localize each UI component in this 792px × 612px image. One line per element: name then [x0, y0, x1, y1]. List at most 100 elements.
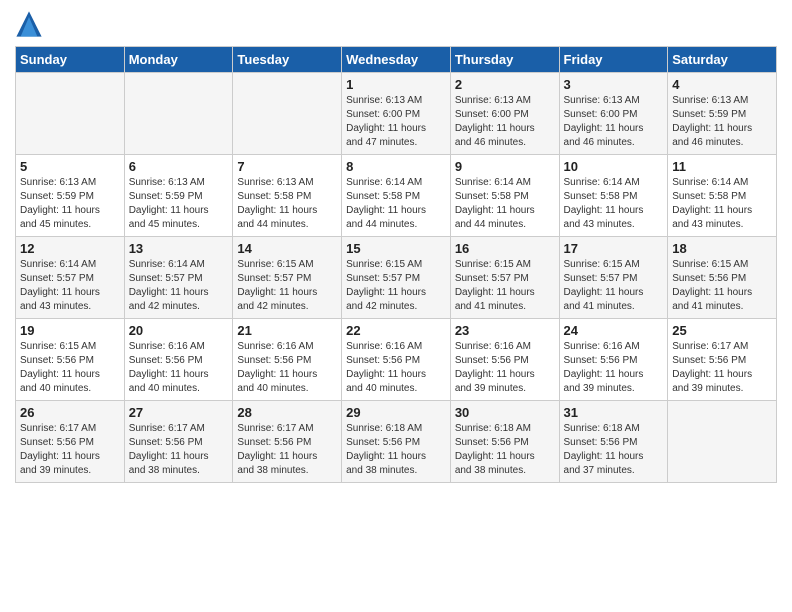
calendar-week-row: 12 Sunrise: 6:14 AM Sunset: 5:57 PM Dayli… — [16, 237, 777, 319]
day-info: Sunrise: 6:15 AM Sunset: 5:56 PM Dayligh… — [20, 340, 120, 396]
weekday-header-saturday: Saturday — [668, 47, 777, 73]
calendar-day-7: 7Sunrise: 6:13 AM Sunset: 5:58 PM Daylig… — [233, 155, 342, 237]
calendar-week-row: 5 Sunrise: 6:13 AM Sunset: 5:59 PM Daylig… — [16, 155, 777, 237]
day-number: 29 — [346, 405, 446, 420]
day-number: 8 — [346, 159, 446, 174]
day-info: Sunrise: 6:14 AM Sunset: 5:58 PM Dayligh… — [672, 176, 772, 232]
day-number: 6 — [129, 159, 229, 174]
day-number: 2 — [455, 77, 555, 92]
day-info: Sunrise: 6:14 AM Sunset: 5:58 PM Dayligh… — [346, 176, 446, 232]
day-number: 12 — [20, 241, 120, 256]
calendar-day-18: 18 Sunrise: 6:15 AM Sunset: 5:56 PM Dayli… — [668, 237, 777, 319]
day-info: Sunrise: 6:16 AM Sunset: 5:56 PM Dayligh… — [455, 340, 555, 396]
calendar-day-28: 28 Sunrise: 6:17 AM Sunset: 5:56 PM Dayli… — [233, 401, 342, 483]
day-number: 24 — [564, 323, 664, 338]
calendar-day-2: 2 Sunrise: 6:13 AM Sunset: 6:00 PM Daylig… — [450, 73, 559, 155]
day-info: Sunrise: 6:17 AM Sunset: 5:56 PM Dayligh… — [237, 422, 337, 478]
weekday-header-row: SundayMondayTuesdayWednesdayThursdayFrid… — [16, 47, 777, 73]
day-info: Sunrise: 6:16 AM Sunset: 5:56 PM Dayligh… — [346, 340, 446, 396]
calendar-day-15: 15 Sunrise: 6:15 AM Sunset: 5:57 PM Dayli… — [342, 237, 451, 319]
day-info: Sunrise: 6:18 AM Sunset: 5:56 PM Dayligh… — [564, 422, 664, 478]
day-info: Sunrise: 6:17 AM Sunset: 5:56 PM Dayligh… — [20, 422, 120, 478]
calendar-day-4: 4Sunrise: 6:13 AM Sunset: 5:59 PM Daylig… — [668, 73, 777, 155]
day-info: Sunrise: 6:15 AM Sunset: 5:57 PM Dayligh… — [237, 258, 337, 314]
calendar-day-14: 14 Sunrise: 6:15 AM Sunset: 5:57 PM Dayli… — [233, 237, 342, 319]
day-info: Sunrise: 6:18 AM Sunset: 5:56 PM Dayligh… — [455, 422, 555, 478]
day-number: 17 — [564, 241, 664, 256]
calendar-empty-cell — [124, 73, 233, 155]
calendar-day-13: 13 Sunrise: 6:14 AM Sunset: 5:57 PM Dayli… — [124, 237, 233, 319]
calendar-week-row: 26 Sunrise: 6:17 AM Sunset: 5:56 PM Dayli… — [16, 401, 777, 483]
calendar-day-24: 24 Sunrise: 6:16 AM Sunset: 5:56 PM Dayli… — [559, 319, 668, 401]
day-number: 28 — [237, 405, 337, 420]
day-number: 11 — [672, 159, 772, 174]
calendar-empty-cell — [233, 73, 342, 155]
day-info: Sunrise: 6:16 AM Sunset: 5:56 PM Dayligh… — [129, 340, 229, 396]
day-number: 5 — [20, 159, 120, 174]
day-info: Sunrise: 6:17 AM Sunset: 5:56 PM Dayligh… — [672, 340, 772, 396]
calendar-empty-cell — [16, 73, 125, 155]
day-info: Sunrise: 6:15 AM Sunset: 5:57 PM Dayligh… — [564, 258, 664, 314]
calendar-day-1: 1Sunrise: 6:13 AM Sunset: 6:00 PM Daylig… — [342, 73, 451, 155]
day-number: 25 — [672, 323, 772, 338]
weekday-header-sunday: Sunday — [16, 47, 125, 73]
day-info: Sunrise: 6:14 AM Sunset: 5:58 PM Dayligh… — [455, 176, 555, 232]
calendar-day-27: 27Sunrise: 6:17 AM Sunset: 5:56 PM Dayli… — [124, 401, 233, 483]
calendar-day-22: 22 Sunrise: 6:16 AM Sunset: 5:56 PM Dayli… — [342, 319, 451, 401]
calendar-week-row: 19 Sunrise: 6:15 AM Sunset: 5:56 PM Dayli… — [16, 319, 777, 401]
day-number: 19 — [20, 323, 120, 338]
day-number: 16 — [455, 241, 555, 256]
day-info: Sunrise: 6:15 AM Sunset: 5:57 PM Dayligh… — [455, 258, 555, 314]
day-info: Sunrise: 6:16 AM Sunset: 5:56 PM Dayligh… — [237, 340, 337, 396]
day-info: Sunrise: 6:14 AM Sunset: 5:58 PM Dayligh… — [564, 176, 664, 232]
calendar-day-5: 5 Sunrise: 6:13 AM Sunset: 5:59 PM Daylig… — [16, 155, 125, 237]
day-number: 21 — [237, 323, 337, 338]
calendar-day-20: 20 Sunrise: 6:16 AM Sunset: 5:56 PM Dayli… — [124, 319, 233, 401]
calendar-day-23: 23Sunrise: 6:16 AM Sunset: 5:56 PM Dayli… — [450, 319, 559, 401]
day-number: 20 — [129, 323, 229, 338]
day-number: 3 — [564, 77, 664, 92]
calendar-day-29: 29Sunrise: 6:18 AM Sunset: 5:56 PM Dayli… — [342, 401, 451, 483]
header — [15, 10, 777, 38]
day-info: Sunrise: 6:17 AM Sunset: 5:56 PM Dayligh… — [129, 422, 229, 478]
calendar-day-9: 9 Sunrise: 6:14 AM Sunset: 5:58 PM Daylig… — [450, 155, 559, 237]
day-number: 26 — [20, 405, 120, 420]
calendar-empty-cell — [668, 401, 777, 483]
day-info: Sunrise: 6:14 AM Sunset: 5:57 PM Dayligh… — [20, 258, 120, 314]
day-info: Sunrise: 6:14 AM Sunset: 5:57 PM Dayligh… — [129, 258, 229, 314]
day-info: Sunrise: 6:13 AM Sunset: 5:59 PM Dayligh… — [20, 176, 120, 232]
day-info: Sunrise: 6:16 AM Sunset: 5:56 PM Dayligh… — [564, 340, 664, 396]
weekday-header-monday: Monday — [124, 47, 233, 73]
day-number: 30 — [455, 405, 555, 420]
day-number: 7 — [237, 159, 337, 174]
day-number: 13 — [129, 241, 229, 256]
day-number: 18 — [672, 241, 772, 256]
day-number: 9 — [455, 159, 555, 174]
logo — [15, 10, 47, 38]
day-info: Sunrise: 6:13 AM Sunset: 5:59 PM Dayligh… — [129, 176, 229, 232]
day-number: 31 — [564, 405, 664, 420]
calendar-day-16: 16 Sunrise: 6:15 AM Sunset: 5:57 PM Dayli… — [450, 237, 559, 319]
day-number: 4 — [672, 77, 772, 92]
day-number: 14 — [237, 241, 337, 256]
calendar-day-25: 25 Sunrise: 6:17 AM Sunset: 5:56 PM Dayli… — [668, 319, 777, 401]
weekday-header-thursday: Thursday — [450, 47, 559, 73]
calendar-day-8: 8 Sunrise: 6:14 AM Sunset: 5:58 PM Daylig… — [342, 155, 451, 237]
day-number: 22 — [346, 323, 446, 338]
day-number: 10 — [564, 159, 664, 174]
weekday-header-friday: Friday — [559, 47, 668, 73]
calendar-day-6: 6 Sunrise: 6:13 AM Sunset: 5:59 PM Daylig… — [124, 155, 233, 237]
day-info: Sunrise: 6:13 AM Sunset: 6:00 PM Dayligh… — [346, 94, 446, 150]
day-info: Sunrise: 6:15 AM Sunset: 5:56 PM Dayligh… — [672, 258, 772, 314]
calendar-day-3: 3Sunrise: 6:13 AM Sunset: 6:00 PM Daylig… — [559, 73, 668, 155]
day-info: Sunrise: 6:13 AM Sunset: 6:00 PM Dayligh… — [455, 94, 555, 150]
calendar-day-17: 17 Sunrise: 6:15 AM Sunset: 5:57 PM Dayli… — [559, 237, 668, 319]
calendar-day-12: 12 Sunrise: 6:14 AM Sunset: 5:57 PM Dayli… — [16, 237, 125, 319]
day-info: Sunrise: 6:15 AM Sunset: 5:57 PM Dayligh… — [346, 258, 446, 314]
calendar-day-30: 30 Sunrise: 6:18 AM Sunset: 5:56 PM Dayli… — [450, 401, 559, 483]
calendar-day-21: 21 Sunrise: 6:16 AM Sunset: 5:56 PM Dayli… — [233, 319, 342, 401]
weekday-header-tuesday: Tuesday — [233, 47, 342, 73]
calendar-day-10: 10 Sunrise: 6:14 AM Sunset: 5:58 PM Dayli… — [559, 155, 668, 237]
day-number: 15 — [346, 241, 446, 256]
calendar-week-row: 1Sunrise: 6:13 AM Sunset: 6:00 PM Daylig… — [16, 73, 777, 155]
